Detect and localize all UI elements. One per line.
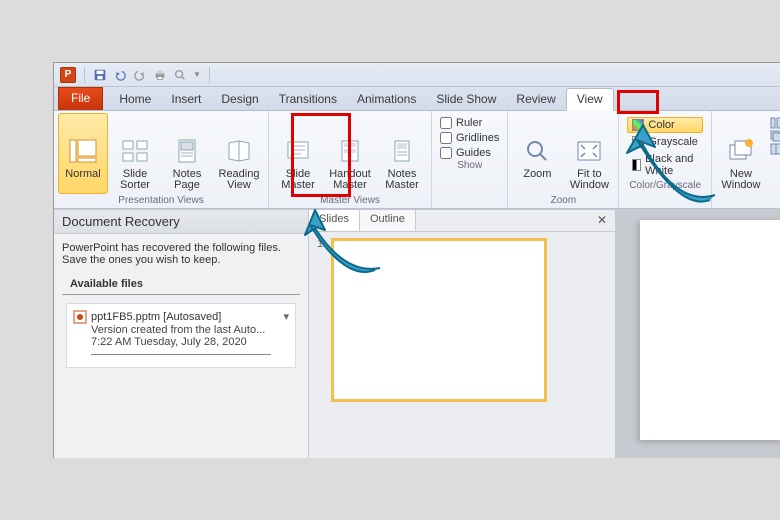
cascade-button[interactable]: C [770, 130, 780, 142]
handout-master-label: Handout Master [329, 169, 371, 191]
slide-number: 1 [317, 238, 327, 402]
slides-outline-panel: Slides Outline ✕ 1 [309, 209, 615, 458]
slide-page [640, 220, 780, 440]
grayscale-swatch-icon [632, 136, 644, 148]
powerpoint-window: P ▼ File Home Insert Design Transitions … [53, 62, 780, 458]
available-files-header: Available files [62, 274, 300, 295]
reading-view-label: Reading View [218, 169, 260, 191]
slide-sorter-label: Slide Sorter [114, 169, 156, 191]
guides-checkbox[interactable]: Guides [440, 147, 499, 159]
new-window-icon [725, 135, 757, 167]
outline-tab[interactable]: Outline [360, 210, 416, 231]
group-master-views: Slide Master Handout Master Notes Master… [269, 111, 432, 208]
save-icon[interactable] [93, 68, 107, 82]
recovery-title: Document Recovery [54, 210, 308, 234]
notes-page-button[interactable]: Notes Page [162, 113, 212, 194]
slide-sorter-icon [119, 135, 151, 167]
redo-icon[interactable] [133, 68, 147, 82]
tab-design[interactable]: Design [211, 89, 268, 110]
handout-master-icon [334, 135, 366, 167]
quick-access-toolbar: P ▼ [54, 63, 780, 87]
file-name: ppt1FB5.pptm [Autosaved] [91, 311, 221, 323]
tab-animations[interactable]: Animations [347, 89, 426, 110]
fit-window-button[interactable]: Fit to Window [564, 113, 614, 194]
app-icon: P [60, 67, 76, 83]
group-presentation-views: Normal Slide Sorter Notes Page Reading V… [54, 111, 269, 208]
slide-sorter-button[interactable]: Slide Sorter [110, 113, 160, 194]
ribbon-tabs: File Home Insert Design Transitions Anim… [54, 87, 780, 111]
color-swatch-icon [632, 119, 644, 131]
move-split-button[interactable]: M [770, 143, 780, 155]
slide-preview [331, 238, 547, 402]
close-panel-button[interactable]: ✕ [589, 210, 615, 231]
bw-swatch-icon [632, 159, 641, 171]
ribbon-view: Normal Slide Sorter Notes Page Reading V… [54, 111, 780, 209]
tab-file[interactable]: File [58, 87, 103, 110]
black-white-button[interactable]: Black and White [627, 151, 703, 179]
normal-view-label: Normal [62, 169, 104, 191]
slide-master-button[interactable]: Slide Master [273, 113, 323, 194]
normal-view-button[interactable]: Normal [58, 113, 108, 194]
notes-master-icon [386, 135, 418, 167]
group-show: Ruler Gridlines Guides Show [432, 111, 508, 208]
gridlines-checkbox[interactable]: Gridlines [440, 132, 499, 144]
arrange-all-button[interactable]: A [770, 117, 780, 129]
tab-review[interactable]: Review [506, 89, 565, 110]
qat-dropdown-icon[interactable]: ▼ [193, 70, 201, 79]
recovered-file-item[interactable]: ▾ ppt1FB5.pptm [Autosaved] Version creat… [66, 303, 296, 368]
group-label: Master Views [273, 194, 427, 208]
new-window-button[interactable]: New Window [716, 113, 766, 194]
group-color-grayscale: Color Grayscale Black and White Color/Gr… [619, 111, 712, 208]
group-label: Zoom [512, 194, 614, 208]
group-label: Presentation Views [58, 194, 264, 208]
group-zoom: Zoom Fit to Window Zoom [508, 111, 619, 208]
tab-insert[interactable]: Insert [161, 89, 211, 110]
notes-page-label: Notes Page [166, 169, 208, 191]
chevron-down-icon[interactable]: ▾ [283, 310, 289, 323]
tab-view[interactable]: View [566, 88, 614, 111]
undo-icon[interactable] [113, 68, 127, 82]
pptm-file-icon [73, 310, 87, 324]
slides-tab[interactable]: Slides [309, 210, 360, 231]
tab-slideshow[interactable]: Slide Show [426, 89, 506, 110]
tab-transitions[interactable]: Transitions [269, 89, 347, 110]
group-label: Color/Grayscale [623, 179, 707, 193]
recovery-message: PowerPoint has recovered the following f… [54, 234, 308, 274]
reading-view-button[interactable]: Reading View [214, 113, 264, 194]
fit-window-icon [573, 135, 605, 167]
notes-page-icon [171, 135, 203, 167]
group-window: New Window A C M [712, 111, 780, 208]
notes-master-button[interactable]: Notes Master [377, 113, 427, 194]
file-version-line: Version created from the last Auto... [73, 324, 289, 336]
zoom-icon [521, 135, 553, 167]
slide-master-icon [282, 135, 314, 167]
ruler-checkbox[interactable]: Ruler [440, 117, 499, 129]
normal-view-icon [67, 135, 99, 167]
color-button[interactable]: Color [627, 117, 703, 133]
tab-home[interactable]: Home [109, 89, 161, 110]
handout-master-button[interactable]: Handout Master [325, 113, 375, 194]
notes-master-label: Notes Master [381, 169, 423, 191]
grayscale-button[interactable]: Grayscale [627, 134, 703, 150]
new-window-label: New Window [720, 169, 762, 191]
group-label: Show [436, 159, 503, 173]
slide-thumbnail[interactable]: 1 [317, 238, 607, 402]
fit-window-label: Fit to Window [568, 169, 610, 191]
slide-master-label: Slide Master [277, 169, 319, 191]
reading-view-icon [223, 135, 255, 167]
document-recovery-pane: Document Recovery PowerPoint has recover… [54, 209, 309, 458]
zoom-label: Zoom [516, 169, 558, 191]
print-icon[interactable] [153, 68, 167, 82]
workspace: Document Recovery PowerPoint has recover… [54, 209, 780, 458]
file-timestamp: 7:22 AM Tuesday, July 28, 2020 [73, 336, 289, 348]
slide-canvas[interactable] [615, 209, 780, 458]
preview-icon[interactable] [173, 68, 187, 82]
zoom-button[interactable]: Zoom [512, 113, 562, 194]
thumbnail-list: 1 [309, 232, 615, 408]
